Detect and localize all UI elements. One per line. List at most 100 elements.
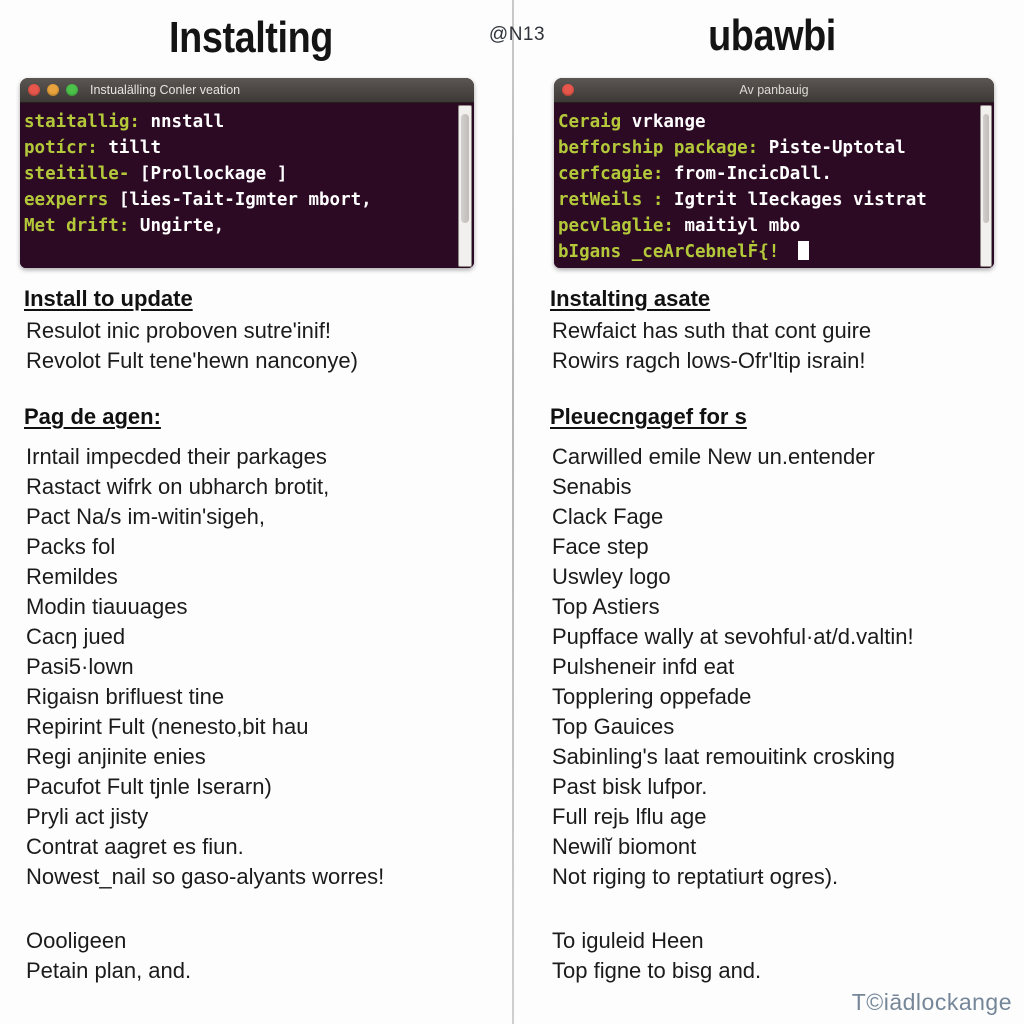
right-closing-line: Top figne to bisg and. (552, 958, 762, 983)
list-item: Pulsheneir infd eat (552, 654, 735, 679)
terminal-line: steitille- [Prollockage ] (24, 161, 464, 187)
left-section-heading-1: Install to update (24, 286, 193, 311)
list-item: Pryli act jisty (26, 804, 149, 829)
list-item: Not riging to reptatiurŧ ogres). (552, 864, 839, 889)
left-column: Instalting Instualälling Conler veation … (0, 0, 512, 1024)
terminal-cursor (797, 241, 809, 260)
list-item: Face step (552, 534, 649, 559)
terminal-line: befforship package: Piste-Uptotal (558, 135, 984, 161)
list-item: Pasi5·lown (26, 654, 134, 679)
terminal-prompt: retWeils : (558, 190, 664, 210)
terminal-command: tillt (108, 138, 161, 158)
list-item: Carwilled emile New un.entender (552, 444, 875, 469)
right-terminal-window[interactable]: Av panbauig Ceraig vrkange befforship pa… (554, 78, 994, 268)
right-terminal-body[interactable]: Ceraig vrkange befforship package: Piste… (554, 103, 994, 268)
list-item: Newilĭ biomont (552, 834, 697, 859)
terminal-command: Piste-Uptotal (768, 138, 906, 158)
left-terminal-titlebar: Instualälling Conler veation (20, 78, 474, 103)
terminal-line: cerfcagie: from-IncicDall. (558, 161, 984, 187)
right-terminal-title-text: Av panbauig (739, 83, 809, 97)
list-item: Packs fol (26, 534, 116, 559)
list-item: Senabis (552, 474, 632, 499)
list-item: Clack Fage (552, 504, 664, 529)
terminal-prompt: staitallig: (24, 112, 140, 132)
terminal-command: from-IncicDall. (673, 164, 832, 184)
terminal-prompt: potícr: (24, 138, 98, 158)
list-item: Regi anjinite enies (26, 744, 206, 769)
left-closing-line: Oooligeen (26, 928, 127, 953)
list-item: Rigaisn brifluest tine (26, 684, 225, 709)
terminal-scrollbar-thumb[interactable] (983, 114, 989, 223)
terminal-prompt: Met drift: (24, 216, 130, 236)
right-terminal-titlebar: Av panbauig (554, 78, 994, 103)
right-closing-line: To iguleid Heen (552, 928, 704, 953)
terminal-line: eexperrs [lies-Tait-Igmter mbort, (24, 187, 464, 213)
left-terminal-title-text: Instualälling Conler veation (90, 83, 241, 97)
maximize-button-icon[interactable] (66, 84, 78, 96)
right-column: ubawbi Av panbauig Ceraig vrkange beffor… (512, 0, 1024, 1024)
right-page-title: ubawbi (708, 11, 836, 60)
terminal-line: bIgans _ceArCebnelḞ{! (558, 239, 984, 265)
terminal-line: Ceraig vrkange (558, 109, 984, 135)
terminal-prompt: eexperrs (24, 190, 109, 210)
right-paragraph-line: Rewfaict has suth that cont guire (552, 318, 872, 343)
list-item: Contrat aagret es fiun. (26, 834, 244, 859)
terminal-line: retWeils : Igtrit lIeckages vistrat (558, 187, 984, 213)
terminal-scrollbar-thumb[interactable] (461, 114, 469, 223)
terminal-prompt: pecvlaglie: (558, 216, 674, 236)
list-item: Irntail impecded their parkages (26, 444, 327, 469)
terminal-prompt: steitille- (24, 164, 130, 184)
left-terminal-window[interactable]: Instualälling Conler veation staitallig:… (20, 78, 474, 268)
terminal-scrollbar[interactable] (980, 105, 992, 267)
center-watermark: @N13 (488, 24, 546, 45)
terminal-command: maitiyl mbo (684, 216, 801, 236)
page-root: @N13 Instalting Instualälling Conler vea… (0, 0, 1024, 1024)
right-section-heading-2: Pleuecngagef for s (550, 404, 747, 429)
terminal-line: Met drift: Ungirte, (24, 213, 464, 239)
list-item: Nowest_nail so gaso-alyants worres! (26, 864, 385, 889)
terminal-command: _ceArCebnelḞ{! (631, 242, 780, 262)
left-window-controls[interactable] (28, 84, 78, 96)
list-item: Pact Na/s im-witin'sigeh, (26, 504, 265, 529)
list-item: Pupfface wally at sevohful·at/d.valtin! (552, 624, 914, 649)
list-item: Rastact wifrk on ubharch brotit, (26, 474, 330, 499)
left-section-heading-2: Pag de agen: (24, 404, 161, 429)
list-item: Full rejь lflu age (552, 804, 707, 829)
terminal-prompt: cerfcagie: (558, 164, 664, 184)
list-item: Uswley logo (552, 564, 671, 589)
right-window-controls[interactable] (562, 84, 574, 96)
left-paragraph-line: Revolot Fult tene'hewn nanconye) (26, 348, 358, 373)
terminal-line: pecvlaglie: maitiyl mbo (558, 213, 984, 239)
close-button-icon[interactable] (562, 84, 574, 96)
terminal-command: nnstall (150, 112, 225, 132)
terminal-line: potícr: tillt (24, 135, 464, 161)
left-closing-line: Petain plan, and. (26, 958, 192, 983)
terminal-command: [Prollockage ] (139, 164, 288, 184)
list-item: Sabinling's laat remouitink crosking (552, 744, 895, 769)
list-item: Repirint Fult (nenesto,bit hau (26, 714, 309, 739)
list-item: Top Gauices (552, 714, 675, 739)
minimize-button-icon[interactable] (47, 84, 59, 96)
right-section-heading-1: Instalting asate (550, 286, 711, 311)
terminal-line: staitallig: nnstall (24, 109, 464, 135)
terminal-command: Ungirte, (139, 216, 225, 236)
terminal-command: [lies-Tait-Igmter mbort, (118, 190, 372, 210)
terminal-command: Igtrit lIeckages vistrat (673, 190, 927, 210)
terminal-prompt: befforship package: (558, 138, 759, 158)
left-paragraph-line: Resulot inic proboven sutre'inif! (26, 318, 332, 343)
list-item: Topplering oppefade (552, 684, 752, 709)
list-item: Cacŋ jued (26, 624, 126, 649)
close-button-icon[interactable] (28, 84, 40, 96)
left-page-title: Instalting (169, 13, 333, 62)
left-terminal-body[interactable]: staitallig: nnstall potícr: tillt steiti… (20, 103, 474, 268)
list-item: Pacufot Fult tjnle Iserarn) (26, 774, 272, 799)
list-item: Remildes (26, 564, 118, 589)
brand-watermark: T©iādlockange (851, 989, 1012, 1015)
terminal-command: vrkange (631, 112, 706, 132)
list-item: Modin tiauuages (26, 594, 188, 619)
right-paragraph-line: Rowirs ragch lows-Ofr'ltip israin! (552, 348, 866, 373)
list-item: Past bisk lufpor. (552, 774, 708, 799)
terminal-scrollbar[interactable] (458, 105, 472, 267)
terminal-prompt: bIgans (558, 242, 622, 262)
list-item: Top Astiers (552, 594, 660, 619)
